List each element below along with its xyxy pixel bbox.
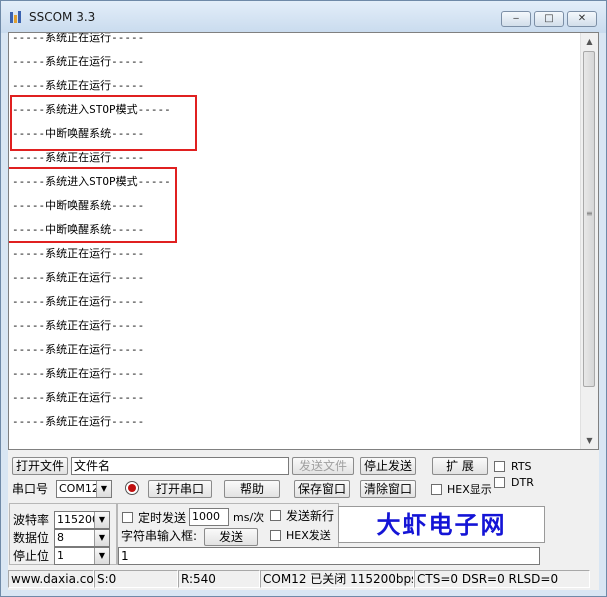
interval-unit-label: ms/次 bbox=[233, 511, 265, 524]
baud-label: 波特率 bbox=[13, 513, 50, 527]
status-lamp-icon bbox=[125, 481, 139, 495]
rts-checkbox[interactable] bbox=[494, 461, 505, 472]
grip-icon: ≡ bbox=[586, 209, 593, 218]
dropdown-arrow-icon: ▼ bbox=[96, 481, 111, 497]
minimize-icon: ‒ bbox=[512, 13, 520, 24]
vertical-scrollbar[interactable]: ▲ ≡ ▼ bbox=[580, 33, 598, 449]
open-port-button[interactable]: 打开串口 bbox=[148, 480, 212, 498]
save-window-button[interactable]: 保存窗口 bbox=[294, 480, 350, 498]
data-bits-label: 数据位 bbox=[13, 531, 50, 545]
status-url: www.daxia.com bbox=[8, 570, 94, 588]
receive-output[interactable]: -----系统正在运行----- -----系统正在运行----- -----系统正… bbox=[8, 32, 599, 450]
dropdown-arrow-icon: ▼ bbox=[94, 530, 109, 546]
status-signals: CTS=0 DSR=0 RLSD=0 bbox=[414, 570, 590, 588]
send-file-button[interactable]: 发送文件 bbox=[292, 457, 354, 475]
output-line: -----系统正在运行----- bbox=[12, 343, 145, 356]
baud-value: 115200 bbox=[57, 513, 99, 526]
output-line: -----系统正在运行----- bbox=[12, 295, 145, 308]
output-line: -----系统正在运行----- bbox=[12, 55, 145, 68]
timed-send-checkbox[interactable] bbox=[122, 512, 133, 523]
port-select[interactable]: COM12 ▼ bbox=[56, 480, 112, 498]
stop-bits-value: 1 bbox=[57, 549, 64, 562]
status-bar: www.daxia.com S:0 R:540 COM12 已关闭 115200… bbox=[8, 568, 599, 590]
output-line: -----系统正在运行----- bbox=[12, 247, 145, 260]
timed-send-label: 定时发送 bbox=[138, 511, 187, 525]
brand-banner: 大虾电子网 bbox=[338, 506, 545, 543]
output-line: -----系统正在运行----- bbox=[12, 391, 145, 404]
minimize-button[interactable]: ‒ bbox=[501, 11, 531, 27]
scroll-thumb[interactable]: ≡ bbox=[583, 51, 595, 387]
data-bits-value: 8 bbox=[57, 531, 64, 544]
highlight-box-2 bbox=[9, 167, 177, 243]
maximize-button[interactable]: □ bbox=[534, 11, 564, 27]
output-line: -----系统正在运行----- bbox=[12, 32, 145, 44]
close-button[interactable]: ✕ bbox=[567, 11, 597, 27]
port-value: COM12 bbox=[59, 482, 99, 495]
close-icon: ✕ bbox=[577, 13, 587, 24]
clear-window-button[interactable]: 清除窗口 bbox=[360, 480, 416, 498]
scroll-down-icon[interactable]: ▼ bbox=[581, 432, 598, 449]
rts-label: RTS bbox=[511, 460, 532, 473]
highlight-box-1 bbox=[10, 95, 197, 151]
expand-button[interactable]: 扩 展 bbox=[432, 457, 488, 475]
title-bar[interactable]: SSCOM 3.3 ‒ □ ✕ bbox=[1, 1, 606, 33]
help-button[interactable]: 帮助 bbox=[224, 480, 280, 498]
stop-send-button[interactable]: 停止发送 bbox=[360, 457, 416, 475]
status-sent: S:0 bbox=[94, 570, 178, 588]
hex-send-checkbox[interactable] bbox=[270, 530, 281, 541]
output-line: -----系统正在运行----- bbox=[12, 367, 145, 380]
file-name-input[interactable]: 文件名 bbox=[71, 457, 289, 475]
send-newline-checkbox[interactable] bbox=[270, 510, 281, 521]
main-window: SSCOM 3.3 ‒ □ ✕ -----系统正在运行----- -----系统正… bbox=[0, 0, 607, 597]
hex-send-label: HEX发送 bbox=[286, 529, 331, 542]
send-input[interactable]: 1 bbox=[118, 547, 540, 565]
hex-display-checkbox[interactable] bbox=[431, 484, 442, 495]
client-area: -----系统正在运行----- -----系统正在运行----- -----系统正… bbox=[8, 32, 599, 590]
stop-bits-label: 停止位 bbox=[13, 549, 50, 563]
status-received: R:540 bbox=[178, 570, 260, 588]
dropdown-arrow-icon: ▼ bbox=[94, 512, 109, 528]
app-icon bbox=[10, 11, 21, 23]
port-label: 串口号 bbox=[12, 482, 49, 496]
string-input-label: 字符串输入框: bbox=[121, 529, 198, 543]
send-newline-label: 发送新行 bbox=[286, 509, 335, 523]
scroll-up-icon[interactable]: ▲ bbox=[581, 33, 598, 50]
maximize-icon: □ bbox=[544, 13, 554, 24]
window-title: SSCOM 3.3 bbox=[29, 10, 96, 24]
data-bits-select[interactable]: 8 ▼ bbox=[54, 529, 110, 547]
dtr-label: DTR bbox=[511, 476, 534, 489]
send-button[interactable]: 发送 bbox=[204, 528, 258, 546]
baud-select[interactable]: 115200 ▼ bbox=[54, 511, 110, 529]
output-line: -----系统正在运行----- bbox=[12, 415, 145, 428]
output-line: -----系统正在运行----- bbox=[12, 271, 145, 284]
open-file-button[interactable]: 打开文件 bbox=[12, 457, 68, 475]
stop-bits-select[interactable]: 1 ▼ bbox=[54, 547, 110, 565]
output-line: -----系统正在运行----- bbox=[12, 319, 145, 332]
dtr-checkbox[interactable] bbox=[494, 477, 505, 488]
dropdown-arrow-icon: ▼ bbox=[94, 548, 109, 564]
hex-display-label: HEX显示 bbox=[447, 483, 492, 496]
status-port-state: COM12 已关闭 115200bps bbox=[260, 570, 414, 588]
interval-input[interactable]: 1000 bbox=[189, 508, 229, 526]
